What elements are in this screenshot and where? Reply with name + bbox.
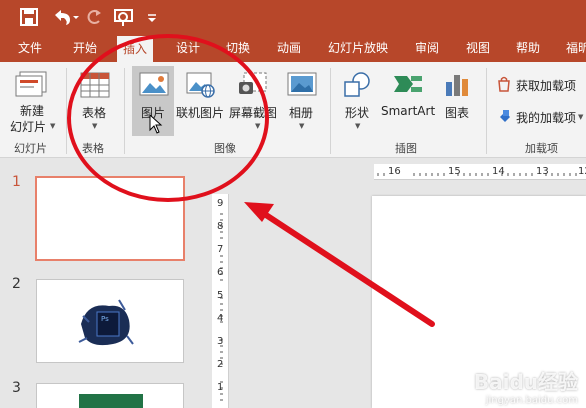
screenshot-icon bbox=[238, 72, 268, 102]
mouse-cursor-icon bbox=[149, 113, 163, 138]
tab-review[interactable]: 审阅 bbox=[415, 39, 439, 56]
chevron-down-icon[interactable]: ▼ bbox=[92, 122, 97, 130]
ruler-label: 13 bbox=[536, 166, 549, 177]
quick-access-toolbar bbox=[0, 0, 586, 34]
ruler-label: 14 bbox=[492, 166, 505, 177]
chart-icon bbox=[444, 72, 470, 102]
tab-home[interactable]: 开始 bbox=[73, 39, 97, 56]
ruler-label: 5 bbox=[217, 290, 224, 301]
new-slide-icon bbox=[14, 70, 48, 104]
chevron-down-icon[interactable]: ▼ bbox=[50, 122, 55, 130]
picture-icon bbox=[139, 72, 169, 102]
tab-file[interactable]: 文件 bbox=[18, 39, 42, 56]
slide-number: 2 bbox=[12, 276, 21, 292]
album-button[interactable]: 相册 bbox=[289, 104, 313, 121]
redo-icon[interactable] bbox=[86, 5, 102, 29]
slide-thumbnail-2[interactable]: Ps bbox=[36, 279, 184, 363]
online-picture-button[interactable]: 联机图片 bbox=[176, 104, 224, 121]
group-separator bbox=[330, 68, 331, 154]
ruler-label: 3 bbox=[217, 336, 224, 347]
chevron-down-icon[interactable]: ▼ bbox=[355, 122, 360, 130]
new-slide-label-2[interactable]: 幻灯片 bbox=[10, 118, 46, 135]
vertical-ruler: 9 8 7 6 5 4 3 2 1 bbox=[212, 194, 229, 408]
group-slides-label: 幻灯片 bbox=[14, 142, 47, 155]
ruler-label: 6 bbox=[217, 267, 224, 278]
group-separator bbox=[486, 68, 487, 154]
tab-slideshow[interactable]: 幻灯片放映 bbox=[328, 39, 388, 56]
table-icon bbox=[80, 72, 110, 102]
undo-icon[interactable] bbox=[50, 5, 80, 29]
watermark: Baidu经验 jingyan.baidu.com bbox=[474, 366, 578, 406]
watermark-site: jingyan.baidu.com bbox=[485, 395, 578, 406]
group-addins-label: 加载项 bbox=[525, 142, 558, 155]
horizontal-ruler: 16 15 14 13 12 bbox=[374, 164, 586, 180]
screenshot-button[interactable]: 屏幕截图 bbox=[229, 104, 277, 121]
tab-help[interactable]: 帮助 bbox=[516, 39, 540, 56]
ruler-label: 4 bbox=[217, 313, 224, 324]
tab-foxit[interactable]: 福昕 bbox=[566, 39, 586, 56]
thumb2-logo-text: Ps bbox=[101, 315, 109, 323]
ruler-label: 9 bbox=[217, 198, 224, 209]
photo-album-icon bbox=[287, 72, 317, 102]
save-icon[interactable] bbox=[18, 5, 40, 29]
photoshop-splash-image: Ps bbox=[75, 294, 135, 354]
get-addins-button[interactable]: 获取加载项 bbox=[516, 77, 576, 94]
customize-qat-icon[interactable] bbox=[146, 5, 158, 29]
slide-number: 1 bbox=[12, 174, 21, 190]
table-button[interactable]: 表格 bbox=[82, 104, 106, 121]
group-separator bbox=[66, 68, 67, 154]
chevron-down-icon[interactable]: ▼ bbox=[299, 122, 304, 130]
ruler-label: 12 bbox=[578, 166, 586, 177]
present-from-start-icon[interactable] bbox=[112, 5, 136, 29]
slide-3-green-block bbox=[79, 394, 143, 408]
group-images-label: 图像 bbox=[214, 142, 236, 155]
slide-thumbnail-1[interactable] bbox=[35, 176, 185, 261]
ruler-label: 15 bbox=[448, 166, 461, 177]
ruler-label: 7 bbox=[217, 244, 224, 255]
slide-number: 3 bbox=[12, 380, 21, 396]
chevron-down-icon[interactable]: ▼ bbox=[578, 113, 583, 121]
chart-button[interactable]: 图表 bbox=[445, 104, 469, 121]
ruler-label: 1 bbox=[217, 382, 224, 393]
tab-design[interactable]: 设计 bbox=[176, 39, 200, 56]
ruler-label: 16 bbox=[388, 166, 401, 177]
my-addins-button[interactable]: 我的加载项 bbox=[516, 109, 576, 126]
ruler-label: 8 bbox=[217, 221, 224, 232]
ruler-label: 2 bbox=[217, 359, 224, 370]
tab-view[interactable]: 视图 bbox=[466, 39, 490, 56]
ribbon-insert: 新建 幻灯片 ▼ 幻灯片 表格 ▼ 表格 图片 联机图片 屏幕截图 ▼ 相册 ▼… bbox=[0, 62, 586, 158]
tab-transitions[interactable]: 切换 bbox=[226, 39, 250, 56]
group-tables-label: 表格 bbox=[82, 142, 104, 155]
smartart-icon bbox=[393, 72, 423, 102]
powerpoint-window: 文件 开始 插入 设计 切换 动画 幻灯片放映 审阅 视图 帮助 福昕 新建 幻… bbox=[0, 0, 586, 408]
group-illustrations-label: 插图 bbox=[395, 142, 417, 155]
shapes-button[interactable]: 形状 bbox=[345, 104, 369, 121]
store-icon bbox=[496, 76, 512, 96]
shapes-icon bbox=[343, 72, 373, 102]
online-picture-icon bbox=[186, 72, 216, 102]
slide-thumbnail-panel: 1 2 Ps 3 bbox=[0, 158, 206, 408]
watermark-brand: Baidu经验 bbox=[473, 370, 578, 394]
group-separator bbox=[124, 68, 125, 154]
my-addins-icon bbox=[497, 108, 513, 128]
chevron-down-icon[interactable]: ▼ bbox=[255, 122, 260, 130]
tab-insert[interactable]: 插入 bbox=[117, 36, 154, 62]
smartart-button[interactable]: SmartArt bbox=[381, 104, 435, 118]
slide-thumbnail-3[interactable] bbox=[36, 383, 184, 408]
new-slide-label-1[interactable]: 新建 bbox=[20, 102, 44, 119]
tab-animations[interactable]: 动画 bbox=[277, 39, 301, 56]
ribbon-tabs: 文件 开始 插入 设计 切换 动画 幻灯片放映 审阅 视图 帮助 福昕 bbox=[0, 34, 586, 62]
